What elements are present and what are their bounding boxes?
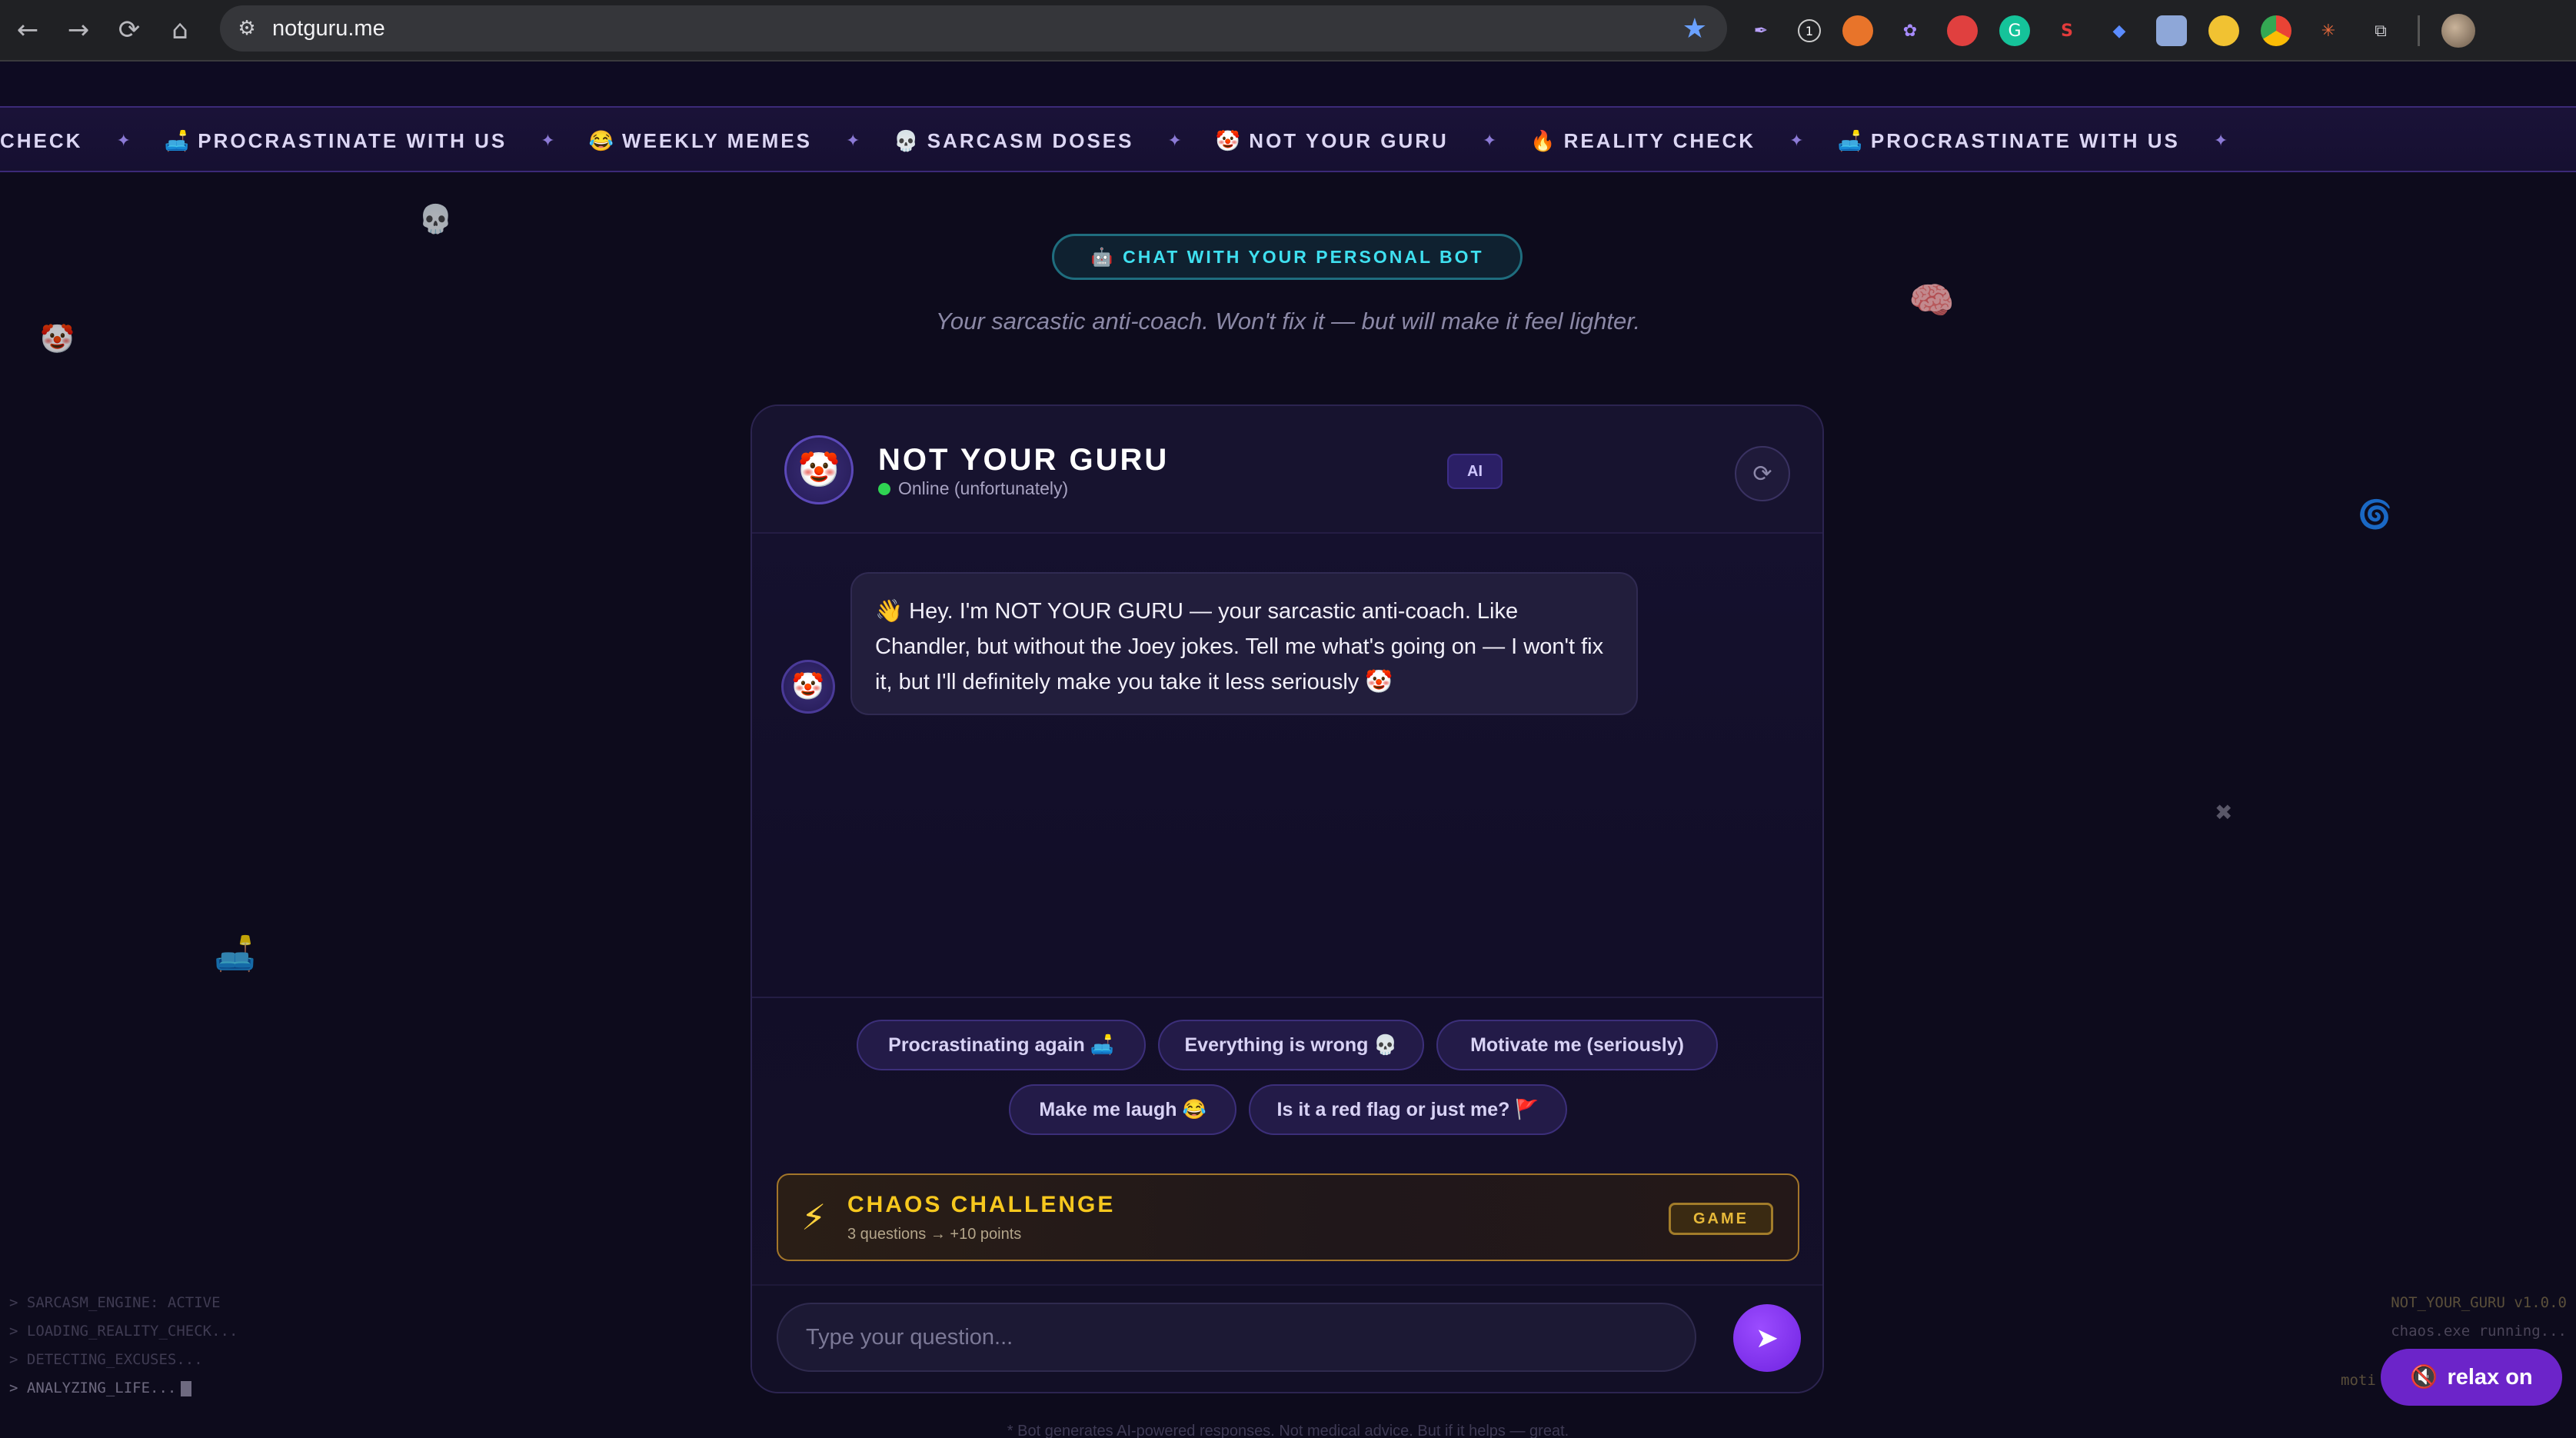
feather-icon[interactable]: ✒ — [1746, 15, 1776, 46]
badge-1-icon[interactable]: 1 — [1798, 19, 1821, 42]
sparkle-icon: ✦ — [116, 131, 131, 151]
sparkle-icon: ✦ — [1482, 131, 1497, 151]
chaos-challenge-card[interactable]: ⚡ CHAOS CHALLENGE 3 questions → +10 poin… — [777, 1173, 1799, 1261]
terminal-line: chaos.exe running... — [2391, 1323, 2567, 1340]
bot-avatar: 🤡 — [784, 435, 854, 504]
bot-message-bubble: 👋 Hey. I'm NOT YOUR GURU — your sarcasti… — [850, 572, 1638, 715]
browser-toolbar: ← → ⟳ ⌂ ⚙ notguru.me ★ ✒ 1 ✿ G S ◆ ✳ ⧉ — [0, 0, 2576, 62]
terminal-line: > ANALYZING_LIFE... — [9, 1374, 238, 1403]
x-mark-icon: ✖ — [2215, 800, 2233, 825]
terminal-partial-text: moti — [2341, 1372, 2376, 1389]
chip-procrastinating[interactable]: Procrastinating again 🛋️ — [857, 1020, 1146, 1070]
marquee-ticker: CHECK ✦ 🛋️ PROCRASTINATE WITH US ✦ 😂 WEEKL… — [0, 106, 2576, 172]
question-input[interactable] — [777, 1303, 1696, 1372]
chip-make-me-laugh[interactable]: Make me laugh 😂 — [1009, 1084, 1236, 1135]
footer-disclaimer: * Bot generates AI-powered responses. No… — [1007, 1423, 1569, 1438]
terminal-cursor — [181, 1380, 192, 1396]
red-drop-icon[interactable] — [1947, 15, 1978, 46]
reset-chat-button[interactable]: ⟳ — [1735, 446, 1790, 501]
marquee-item: CHECK — [0, 128, 83, 152]
chat-header: 🤡 NOT YOUR GURU Online (unfortunately) A… — [752, 406, 1822, 534]
lightning-icon: ⚡ — [801, 1197, 827, 1238]
challenge-title: CHAOS CHALLENGE — [847, 1192, 1116, 1217]
relax-label: relax on — [2447, 1364, 2533, 1390]
message-avatar: 🤡 — [781, 660, 835, 714]
marquee-item: 💀 SARCASM DOSES — [894, 128, 1134, 152]
marquee-item: 🛋️ PROCRASTINATE WITH US — [164, 128, 508, 152]
sparkle-icon: ✦ — [845, 131, 860, 151]
relax-toggle-button[interactable]: 🔇 relax on — [2381, 1349, 2562, 1406]
terminal-log-left: > SARCASM_ENGINE: ACTIVE > LOADING_REALI… — [9, 1289, 238, 1403]
couch-icon: 🛋️ — [214, 934, 256, 974]
robot-icon: 🤖 — [1090, 246, 1116, 267]
duck-icon[interactable] — [2208, 15, 2239, 46]
chrome-icon[interactable] — [2261, 15, 2291, 46]
send-icon: ➤ — [1755, 1322, 1779, 1353]
sparkle-icon: ✦ — [1789, 131, 1804, 151]
sparkle-icon: ✦ — [2213, 131, 2228, 151]
quick-replies-divider — [752, 997, 1822, 998]
online-status-dot — [878, 483, 890, 495]
chip-everything-wrong[interactable]: Everything is wrong 💀 — [1158, 1020, 1424, 1070]
grammarly-icon[interactable]: G — [1999, 15, 2030, 46]
forward-icon[interactable]: → — [55, 7, 102, 53]
terminal-line: > SARCASM_ENGINE: ACTIVE — [9, 1294, 221, 1311]
game-badge: GAME — [1669, 1203, 1773, 1235]
marquee-item: 🛋️ PROCRASTINATE WITH US — [1837, 128, 2180, 152]
marquee-item: 🤡 NOT YOUR GURU — [1215, 128, 1449, 152]
bookmark-star-icon[interactable]: ★ — [1682, 13, 1707, 45]
tag-icon[interactable]: ◆ — [2104, 15, 2135, 46]
challenge-subtitle: 3 questions → +10 points — [847, 1226, 1022, 1243]
toolbar-divider — [2418, 15, 2420, 46]
chip-red-flag[interactable]: Is it a red flag or just me? 🚩 — [1249, 1084, 1567, 1135]
terminal-line: > LOADING_REALITY_CHECK... — [9, 1323, 238, 1340]
puzzle-icon[interactable]: ⧉ — [2365, 15, 2396, 46]
skull-icon: 💀 — [418, 204, 453, 235]
spiral-icon: 🌀 — [2358, 499, 2392, 531]
terminal-line: > DETECTING_EXCUSES... — [9, 1351, 203, 1368]
asterisk-icon[interactable]: ✳ — [2313, 15, 2344, 46]
hero-subtitle: Your sarcastic anti-coach. Won't fix it … — [935, 308, 1641, 335]
extensions-bar: ✒ 1 ✿ G S ◆ ✳ ⧉ — [1746, 9, 2475, 52]
send-button[interactable]: ➤ — [1733, 1304, 1801, 1372]
sparkle-icon: ✦ — [541, 131, 555, 151]
status-text: Online (unfortunately) — [898, 478, 1069, 498]
terminal-line: NOT_YOUR_GURU v1.0.0 — [2391, 1294, 2567, 1311]
marquee-item: 😂 WEEKLY MEMES — [588, 128, 812, 152]
site-info-icon[interactable]: ⚙ — [232, 14, 261, 43]
orange-circle-icon[interactable] — [1842, 15, 1873, 46]
terminal-log-right: NOT_YOUR_GURU v1.0.0 chaos.exe running..… — [2391, 1289, 2567, 1346]
chat-card: 🤡 NOT YOUR GURU Online (unfortunately) A… — [751, 404, 1824, 1393]
screen-icon[interactable] — [2156, 15, 2187, 46]
chat-with-bot-pill: 🤖 CHAT WITH YOUR PERSONAL BOT — [1052, 234, 1523, 280]
mute-icon: 🔇 — [2410, 1365, 2438, 1390]
home-icon[interactable]: ⌂ — [157, 7, 203, 53]
ai-badge: AI — [1447, 454, 1503, 489]
top-strip — [0, 62, 2576, 106]
refresh-icon: ⟳ — [1752, 461, 1772, 487]
s-icon[interactable]: S — [2052, 15, 2082, 46]
marquee-item: 🔥 REALITY CHECK — [1530, 128, 1756, 152]
hero-pill-label: CHAT WITH YOUR PERSONAL BOT — [1123, 246, 1484, 267]
flower-icon[interactable]: ✿ — [1895, 15, 1925, 46]
reload-icon[interactable]: ⟳ — [106, 7, 152, 53]
url-text[interactable]: notguru.me — [272, 16, 385, 42]
sparkle-icon: ✦ — [1167, 131, 1182, 151]
address-bar[interactable]: ⚙ notguru.me ★ — [220, 5, 1727, 52]
back-icon[interactable]: ← — [5, 7, 51, 53]
chip-motivate-me[interactable]: Motivate me (seriously) — [1436, 1020, 1718, 1070]
profile-avatar[interactable] — [2441, 14, 2475, 48]
bot-name: NOT YOUR GURU — [878, 443, 1170, 477]
